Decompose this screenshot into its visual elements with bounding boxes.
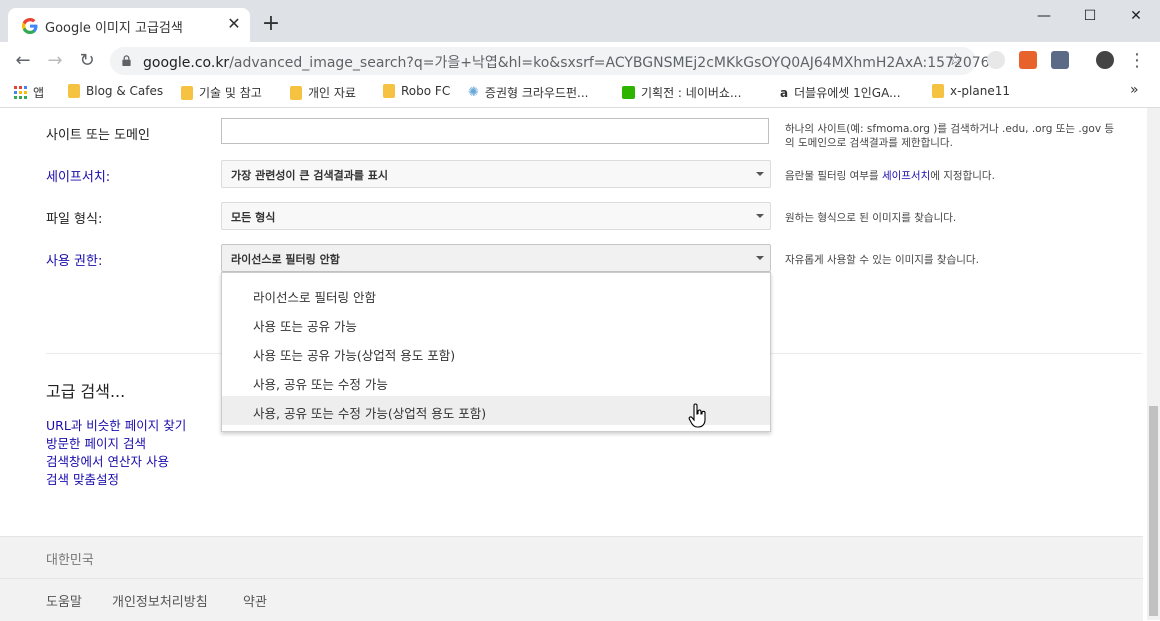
folder-icon [290, 85, 302, 100]
site-hint-line1: 하나의 사이트(예: sfmoma.org )를 검색하거나 .edu, .or… [785, 123, 1115, 135]
rights-option-use-share-commercial[interactable]: 사용 또는 공유 가능(상업적 용도 포함) [222, 338, 770, 367]
bookmark-robo-fc[interactable]: Robo FC [383, 84, 450, 98]
safesearch-label-link[interactable]: 세이프서치: [46, 166, 110, 185]
close-window-icon[interactable]: ✕ [1113, 2, 1159, 30]
option-label: 라이선스로 필터링 안함 [253, 290, 376, 305]
extension-cloud-icon[interactable] [987, 51, 1005, 69]
lock-icon [122, 55, 131, 66]
advanced-search-title: 고급 검색... [46, 382, 126, 401]
bookmark-label: x-plane11 [950, 84, 1010, 98]
bookmark-label: 앱 [33, 86, 45, 100]
bookmark-x-plane[interactable]: x-plane11 [932, 84, 1010, 98]
privacy-link[interactable]: 개인정보처리방침 [112, 591, 208, 610]
browser-toolbar: ← → ↻ google.co.kr/advanced_image_search… [0, 42, 1160, 80]
bookmark-crowdfunding[interactable]: ✺ 증권형 크라우드펀... [468, 84, 589, 101]
safesearch-hint-link[interactable]: 세이프서치 [882, 170, 930, 182]
folder-icon [68, 84, 80, 98]
bookmark-apps[interactable]: 앱 [14, 84, 44, 101]
sparkle-icon: ✺ [468, 85, 479, 100]
filetype-hint: 원하는 형식으로 된 이미지를 찾습니다. [785, 212, 957, 224]
site-domain-label: 사이트 또는 도메인 [46, 128, 150, 143]
visited-pages-link[interactable]: 방문한 페이지 검색 [46, 433, 146, 452]
bookmarks-more-icon[interactable]: » [1130, 82, 1139, 98]
site-domain-input[interactable] [221, 118, 769, 144]
folder-icon [383, 84, 395, 98]
rights-option-no-filter[interactable]: 라이선스로 필터링 안함 [222, 280, 770, 309]
url-path: /advanced_image_search?q=가을+낙엽&hl=ko&sxs… [229, 55, 1003, 71]
chrome-menu-icon[interactable]: ⋮ [1126, 50, 1148, 72]
option-label: 사용, 공유 또는 수정 가능 [253, 377, 388, 392]
amazon-a-icon: a [780, 85, 789, 100]
apps-grid-icon [14, 86, 27, 99]
bookmark-label: Blog & Cafes [86, 84, 164, 98]
extension-ex-icon[interactable] [1019, 51, 1037, 69]
forward-icon[interactable]: → [44, 50, 66, 72]
option-label: 사용, 공유 또는 수정 가능(상업적 용도 포함) [253, 406, 487, 421]
bookmark-label: 더블유에셋 1인GA... [794, 86, 901, 100]
bookmark-wasset[interactable]: a 더블유에셋 1인GA... [780, 84, 901, 101]
search-operators-link[interactable]: 검색창에서 연산자 사용 [46, 451, 169, 470]
url-text: google.co.kr/advanced_image_search?q=가을+… [143, 52, 1003, 72]
rights-option-use-share-modify[interactable]: 사용, 공유 또는 수정 가능 [222, 367, 770, 396]
usage-rights-hint: 자유롭게 사용할 수 있는 이미지를 찾습니다. [785, 254, 979, 266]
tab-title: Google 이미지 고급검색 [45, 21, 183, 36]
folder-icon [932, 84, 944, 98]
option-label: 사용 또는 공유 가능(상업적 용도 포함) [253, 348, 456, 363]
similar-pages-link[interactable]: URL과 비슷한 페이지 찾기 [46, 415, 186, 434]
folder-icon [181, 85, 193, 100]
dropdown-caret-icon [756, 172, 764, 176]
filetype-label: 파일 형식: [46, 212, 103, 227]
safesearch-select[interactable]: 가장 관련성이 큰 검색결과를 표시 [221, 160, 771, 188]
address-bar[interactable]: google.co.kr/advanced_image_search?q=가을+… [110, 47, 1003, 75]
bookmark-label: 증권형 크라우드펀... [484, 86, 589, 100]
minimize-icon[interactable]: — [1021, 2, 1067, 30]
footer-links-bar: 도움말 개인정보처리방침 약관 [0, 578, 1143, 621]
safesearch-hint-pre: 음란물 필터링 여부를 [785, 170, 882, 182]
bookmark-label: 기획전 : 네이버쇼... [641, 86, 742, 100]
safesearch-selected-value: 가장 관련성이 큰 검색결과를 표시 [231, 169, 388, 182]
new-tab-icon[interactable]: + [259, 13, 283, 37]
maximize-icon[interactable]: ☐ [1067, 2, 1113, 30]
naver-icon [622, 86, 635, 99]
bookmark-tech-ref[interactable]: 기술 및 참고 [181, 84, 262, 101]
back-icon[interactable]: ← [12, 50, 34, 72]
filetype-select[interactable]: 모든 형식 [221, 202, 771, 230]
extension-puzzle-icon[interactable] [1051, 51, 1069, 69]
bookmark-personal[interactable]: 개인 자료 [290, 84, 356, 101]
country-label: 대한민국 [46, 553, 94, 568]
url-host: google.co.kr [143, 55, 230, 71]
tab-close-icon[interactable]: ✕ [224, 14, 244, 34]
dropdown-caret-icon [756, 256, 764, 260]
bookmarks-bar: 앱 Blog & Cafes 기술 및 참고 개인 자료 Robo FC ✺ 증… [0, 80, 1160, 108]
usage-rights-label-link[interactable]: 사용 권한: [46, 250, 102, 269]
usage-rights-select[interactable]: 라이선스로 필터링 안함 [221, 244, 771, 272]
profile-avatar[interactable] [1096, 51, 1114, 69]
bookmark-star-icon[interactable]: ☆ [948, 50, 963, 70]
reload-icon[interactable]: ↻ [76, 50, 98, 72]
site-hint-line2: 의 도메인으로 검색결과를 제한합니다. [785, 137, 953, 149]
safesearch-hint-post: 에 지정합니다. [930, 170, 995, 182]
usage-rights-selected-value: 라이선스로 필터링 안함 [231, 253, 340, 266]
bookmark-naver-shop[interactable]: 기획전 : 네이버쇼... [622, 84, 741, 101]
browser-tab[interactable]: Google 이미지 고급검색 ✕ [8, 8, 250, 42]
rights-option-use-share[interactable]: 사용 또는 공유 가능 [222, 309, 770, 338]
help-link[interactable]: 도움말 [46, 591, 82, 610]
terms-link[interactable]: 약관 [243, 591, 267, 610]
bookmark-label: 기술 및 참고 [199, 86, 262, 100]
option-label: 사용 또는 공유 가능 [253, 319, 357, 334]
filetype-selected-value: 모든 형식 [231, 211, 276, 224]
scrollbar-thumb[interactable] [1149, 406, 1158, 616]
hand-cursor-icon [688, 403, 706, 428]
bookmark-blog-cafes[interactable]: Blog & Cafes [68, 84, 163, 98]
safesearch-hint: 음란물 필터링 여부를 세이프서치에 지정합니다. [785, 168, 995, 183]
footer-country-bar: 대한민국 [0, 536, 1143, 579]
dropdown-caret-icon [756, 214, 764, 218]
google-favicon-icon [22, 18, 38, 34]
tab-strip: Google 이미지 고급검색 ✕ + — ☐ ✕ [0, 0, 1160, 42]
bookmark-label: Robo FC [401, 84, 451, 98]
search-settings-link[interactable]: 검색 맞춤설정 [46, 469, 119, 488]
bookmark-label: 개인 자료 [308, 86, 356, 100]
